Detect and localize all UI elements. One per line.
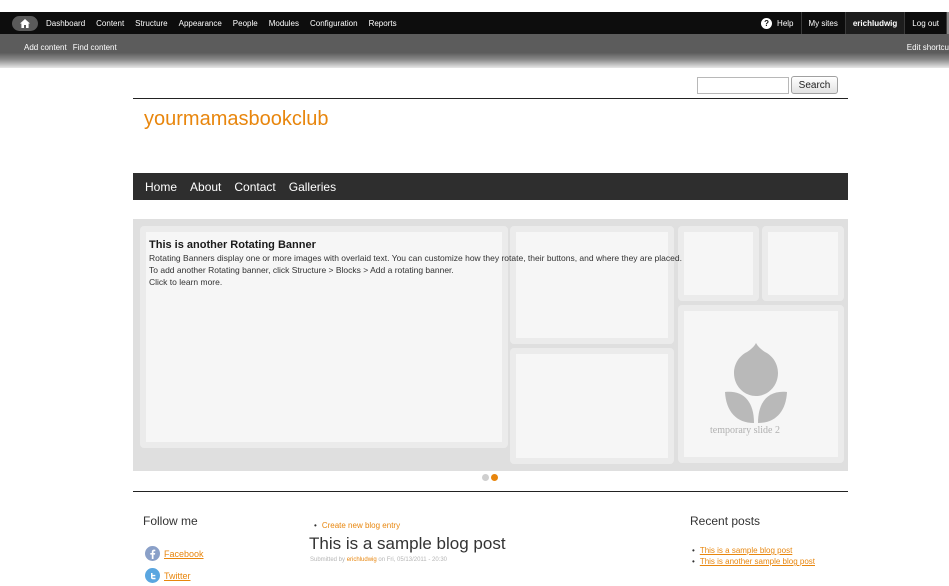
create-blog-entry-link[interactable]: • Create new blog entry [314, 521, 400, 530]
admin-user-links: ? Help My sites erichludwig Log out [754, 12, 949, 34]
help-label: Help [777, 18, 794, 28]
submitted-prefix: Submitted by [310, 557, 346, 563]
admin-toolbar: Dashboard Content Structure Appearance P… [0, 12, 949, 34]
recent-post-link[interactable]: This is another sample blog post [700, 556, 815, 567]
facebook-link[interactable]: Facebook [145, 546, 204, 561]
banner-line: To add another Rotating banner, click St… [149, 265, 454, 275]
facebook-link-label[interactable]: Facebook [164, 549, 204, 559]
banner-pager-dot-2[interactable] [491, 474, 498, 481]
banner-pager-dot-1[interactable] [482, 474, 489, 481]
search-button[interactable]: Search [791, 76, 838, 94]
edit-shortcuts-link[interactable]: Edit shortcu [907, 43, 949, 52]
banner-line: Rotating Banners display one or more ima… [149, 253, 682, 263]
banner-line: Click to learn more. [149, 277, 223, 287]
nav-contact[interactable]: Contact [234, 180, 275, 194]
banner-text: This is another Rotating Banner Rotating… [149, 238, 829, 288]
admin-menu-dashboard[interactable]: Dashboard [46, 19, 85, 28]
admin-menu: Dashboard Content Structure Appearance P… [46, 19, 408, 28]
post-title[interactable]: This is a sample blog post [309, 534, 506, 554]
logout-link[interactable]: Log out [904, 12, 946, 34]
recent-posts-list: • This is a sample blog post • This is a… [692, 545, 832, 567]
header-divider [133, 98, 848, 99]
site-name[interactable]: yourmamasbookclub [144, 108, 329, 131]
list-bullet: • [692, 546, 695, 555]
admin-menu-structure[interactable]: Structure [135, 19, 167, 28]
twitter-link[interactable]: Twitter [145, 568, 191, 583]
follow-me-title: Follow me [143, 514, 198, 528]
post-author-link[interactable]: erichludwig [347, 557, 377, 563]
slide-label: temporary slide 2 [710, 425, 780, 436]
post-submitted: Submitted by erichludwig on Fri, 05/13/2… [310, 557, 447, 563]
admin-menu-appearance[interactable]: Appearance [179, 19, 222, 28]
my-sites-link[interactable]: My sites [800, 12, 845, 34]
admin-menu-people[interactable]: People [233, 19, 258, 28]
twitter-icon [145, 568, 160, 583]
user-link[interactable]: erichludwig [844, 12, 905, 34]
recent-post-link[interactable]: This is a sample blog post [700, 545, 793, 556]
placeholder-flower-icon [725, 343, 787, 423]
shortcut-add-content[interactable]: Add content [24, 43, 67, 52]
admin-menu-modules[interactable]: Modules [269, 19, 299, 28]
shortcut-find-content[interactable]: Find content [73, 43, 117, 52]
nav-galleries[interactable]: Galleries [289, 180, 336, 194]
nav-about[interactable]: About [190, 180, 221, 194]
banner-title: This is another Rotating Banner [149, 239, 316, 251]
help-link[interactable]: ? Help [754, 12, 800, 34]
list-bullet: • [314, 521, 317, 530]
list-item: • This is another sample blog post [692, 556, 832, 567]
rotating-banner[interactable]: temporary slide 2 This is another Rotati… [133, 219, 848, 471]
shortcut-bar: Add content Find content Edit shortcu [0, 34, 949, 68]
admin-menu-configuration[interactable]: Configuration [310, 19, 358, 28]
admin-menu-reports[interactable]: Reports [369, 19, 397, 28]
facebook-icon [145, 546, 160, 561]
content-divider [133, 491, 848, 492]
home-icon[interactable] [12, 15, 38, 31]
submitted-date: on Fri, 05/13/2011 - 20:30 [378, 557, 447, 563]
list-bullet: • [692, 557, 695, 566]
admin-menu-content[interactable]: Content [96, 19, 124, 28]
help-icon: ? [761, 17, 773, 29]
page: Dashboard Content Structure Appearance P… [0, 0, 949, 586]
twitter-link-label[interactable]: Twitter [164, 571, 191, 581]
banner-tile [510, 348, 674, 464]
list-item: • This is a sample blog post [692, 545, 832, 556]
main-nav: Home About Contact Galleries [133, 173, 848, 200]
create-blog-entry-label: Create new blog entry [321, 521, 401, 530]
nav-home[interactable]: Home [145, 180, 177, 194]
search-input[interactable] [697, 77, 789, 94]
recent-posts-title: Recent posts [690, 514, 761, 528]
